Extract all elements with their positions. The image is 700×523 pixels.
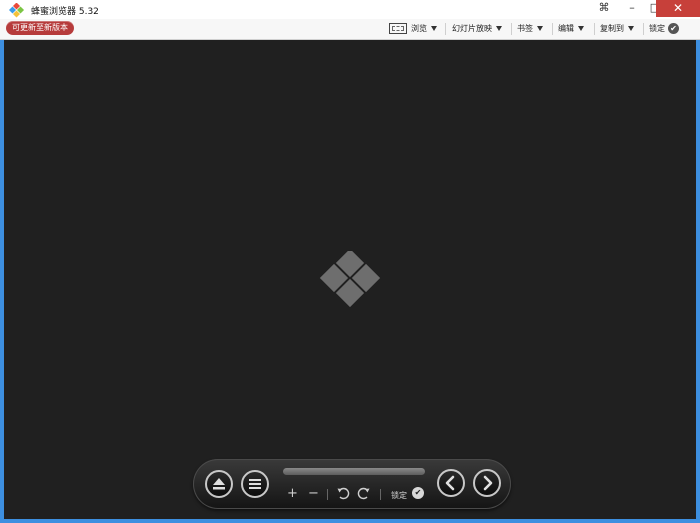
menu-edit-label: 编辑 (558, 24, 574, 33)
toolbar-separator (445, 23, 446, 35)
lock-label[interactable]: 锁定 (391, 490, 407, 501)
caret-down-icon (496, 26, 502, 31)
menu-lines-icon (249, 479, 261, 489)
pin-icon[interactable]: ⌘ (593, 0, 615, 17)
window-title: 蜂蜜浏览器 5.32 (31, 7, 99, 17)
menu-slideshow[interactable]: 幻灯片放映 (452, 22, 502, 36)
next-image-button[interactable] (473, 469, 501, 497)
toolbar-separator (594, 23, 595, 35)
toolbar: 可更新至新版本 浏览 幻灯片放映 书签 编辑 复制到 锁定 ✔ (0, 19, 700, 40)
check-circle-icon[interactable]: ✔ (412, 487, 424, 499)
zoom-slider[interactable] (283, 468, 425, 475)
next-arrow-icon (483, 475, 493, 491)
menu-copy-to[interactable]: 复制到 (600, 22, 634, 36)
zoom-in-button[interactable]: + (287, 487, 298, 500)
menu-slideshow-label: 幻灯片放映 (452, 24, 492, 33)
toolbar-separator (511, 23, 512, 35)
toolbar-separator (552, 23, 553, 35)
menu-bookmarks-label: 书签 (517, 24, 533, 33)
menu-bookmarks[interactable]: 书签 (517, 22, 543, 36)
control-divider (380, 489, 381, 500)
update-available-button[interactable]: 可更新至新版本 (6, 21, 74, 35)
minimize-button[interactable]: – (621, 0, 643, 17)
caret-down-icon (431, 26, 437, 31)
menu-button[interactable] (241, 470, 269, 498)
prev-arrow-icon (445, 475, 455, 491)
menu-edit[interactable]: 编辑 (558, 22, 584, 36)
check-circle-icon: ✔ (668, 23, 679, 34)
menu-view[interactable]: 浏览 (389, 22, 437, 36)
control-divider (327, 489, 328, 500)
menu-lock-label: 锁定 (649, 24, 665, 33)
toolbar-separator (643, 23, 644, 35)
eject-button[interactable] (205, 470, 233, 498)
caret-down-icon (628, 26, 634, 31)
close-button[interactable]: ✕ (656, 0, 700, 17)
caret-down-icon (537, 26, 543, 31)
previous-image-button[interactable] (437, 469, 465, 497)
menu-copy-to-label: 复制到 (600, 24, 624, 33)
zoom-out-button[interactable]: − (308, 487, 319, 500)
bottom-control-bar: + − 锁定 ✔ (193, 459, 511, 509)
app-logo-icon (9, 3, 25, 18)
caret-down-icon (578, 26, 584, 31)
menu-view-label: 浏览 (411, 24, 427, 33)
rotate-left-icon[interactable] (336, 486, 350, 500)
app-window: 蜂蜜浏览器 5.32 ⌘ – □ ✕ 可更新至新版本 浏览 幻灯片放映 书签 编… (0, 0, 700, 523)
title-bar: 蜂蜜浏览器 5.32 ⌘ – □ ✕ (0, 0, 700, 19)
eject-icon (213, 478, 225, 490)
placeholder-logo-icon (319, 251, 381, 308)
view-frame-icon (389, 23, 407, 34)
menu-lock[interactable]: 锁定 ✔ (649, 22, 679, 36)
image-viewer-area[interactable]: + − 锁定 ✔ (4, 40, 696, 519)
rotate-right-icon[interactable] (357, 486, 371, 500)
